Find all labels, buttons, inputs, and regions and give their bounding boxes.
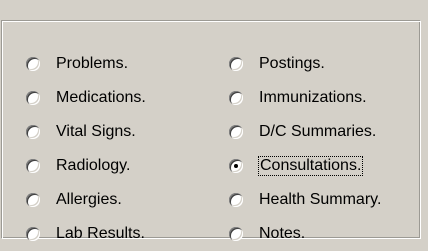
option-notes[interactable]: Notes. (229, 217, 381, 251)
option-lab-results[interactable]: Lab Results. (26, 217, 146, 251)
lab-results-label[interactable]: Lab Results. (56, 225, 145, 243)
dc-summaries-radio[interactable] (229, 125, 243, 139)
option-problems[interactable]: Problems. (26, 47, 146, 81)
health-summary-radio[interactable] (229, 193, 243, 207)
consultations-radio[interactable] (229, 159, 243, 173)
option-consultations[interactable]: Consultations. (229, 149, 381, 183)
radiology-radio[interactable] (26, 159, 40, 173)
dc-summaries-label[interactable]: D/C Summaries. (259, 123, 376, 141)
problems-label[interactable]: Problems. (56, 55, 128, 73)
notes-radio[interactable] (229, 227, 243, 241)
allergies-label[interactable]: Allergies. (56, 191, 122, 209)
vital-signs-radio[interactable] (26, 125, 40, 139)
postings-label[interactable]: Postings. (259, 55, 325, 73)
medications-radio[interactable] (26, 91, 40, 105)
medications-label[interactable]: Medications. (56, 89, 146, 107)
option-radiology[interactable]: Radiology. (26, 149, 146, 183)
problems-radio[interactable] (26, 57, 40, 71)
option-allergies[interactable]: Allergies. (26, 183, 146, 217)
lab-results-radio[interactable] (26, 227, 40, 241)
immunizations-label[interactable]: Immunizations. (259, 89, 367, 107)
radiology-label[interactable]: Radiology. (56, 157, 130, 175)
immunizations-radio[interactable] (229, 91, 243, 105)
left-option-column: Problems. Medications. Vital Signs. Radi… (26, 47, 146, 251)
option-vital-signs[interactable]: Vital Signs. (26, 115, 146, 149)
postings-radio[interactable] (229, 57, 243, 71)
right-option-column: Postings. Immunizations. D/C Summaries. … (229, 47, 381, 251)
option-postings[interactable]: Postings. (229, 47, 381, 81)
health-summary-label[interactable]: Health Summary. (259, 191, 381, 209)
option-health-summary[interactable]: Health Summary. (229, 183, 381, 217)
consultations-label[interactable]: Consultations. (257, 156, 364, 176)
option-medications[interactable]: Medications. (26, 81, 146, 115)
vital-signs-label[interactable]: Vital Signs. (56, 123, 136, 141)
notes-label[interactable]: Notes. (259, 225, 305, 243)
record-type-group: Problems. Medications. Vital Signs. Radi… (1, 20, 421, 242)
option-dc-summaries[interactable]: D/C Summaries. (229, 115, 381, 149)
option-immunizations[interactable]: Immunizations. (229, 81, 381, 115)
allergies-radio[interactable] (26, 193, 40, 207)
